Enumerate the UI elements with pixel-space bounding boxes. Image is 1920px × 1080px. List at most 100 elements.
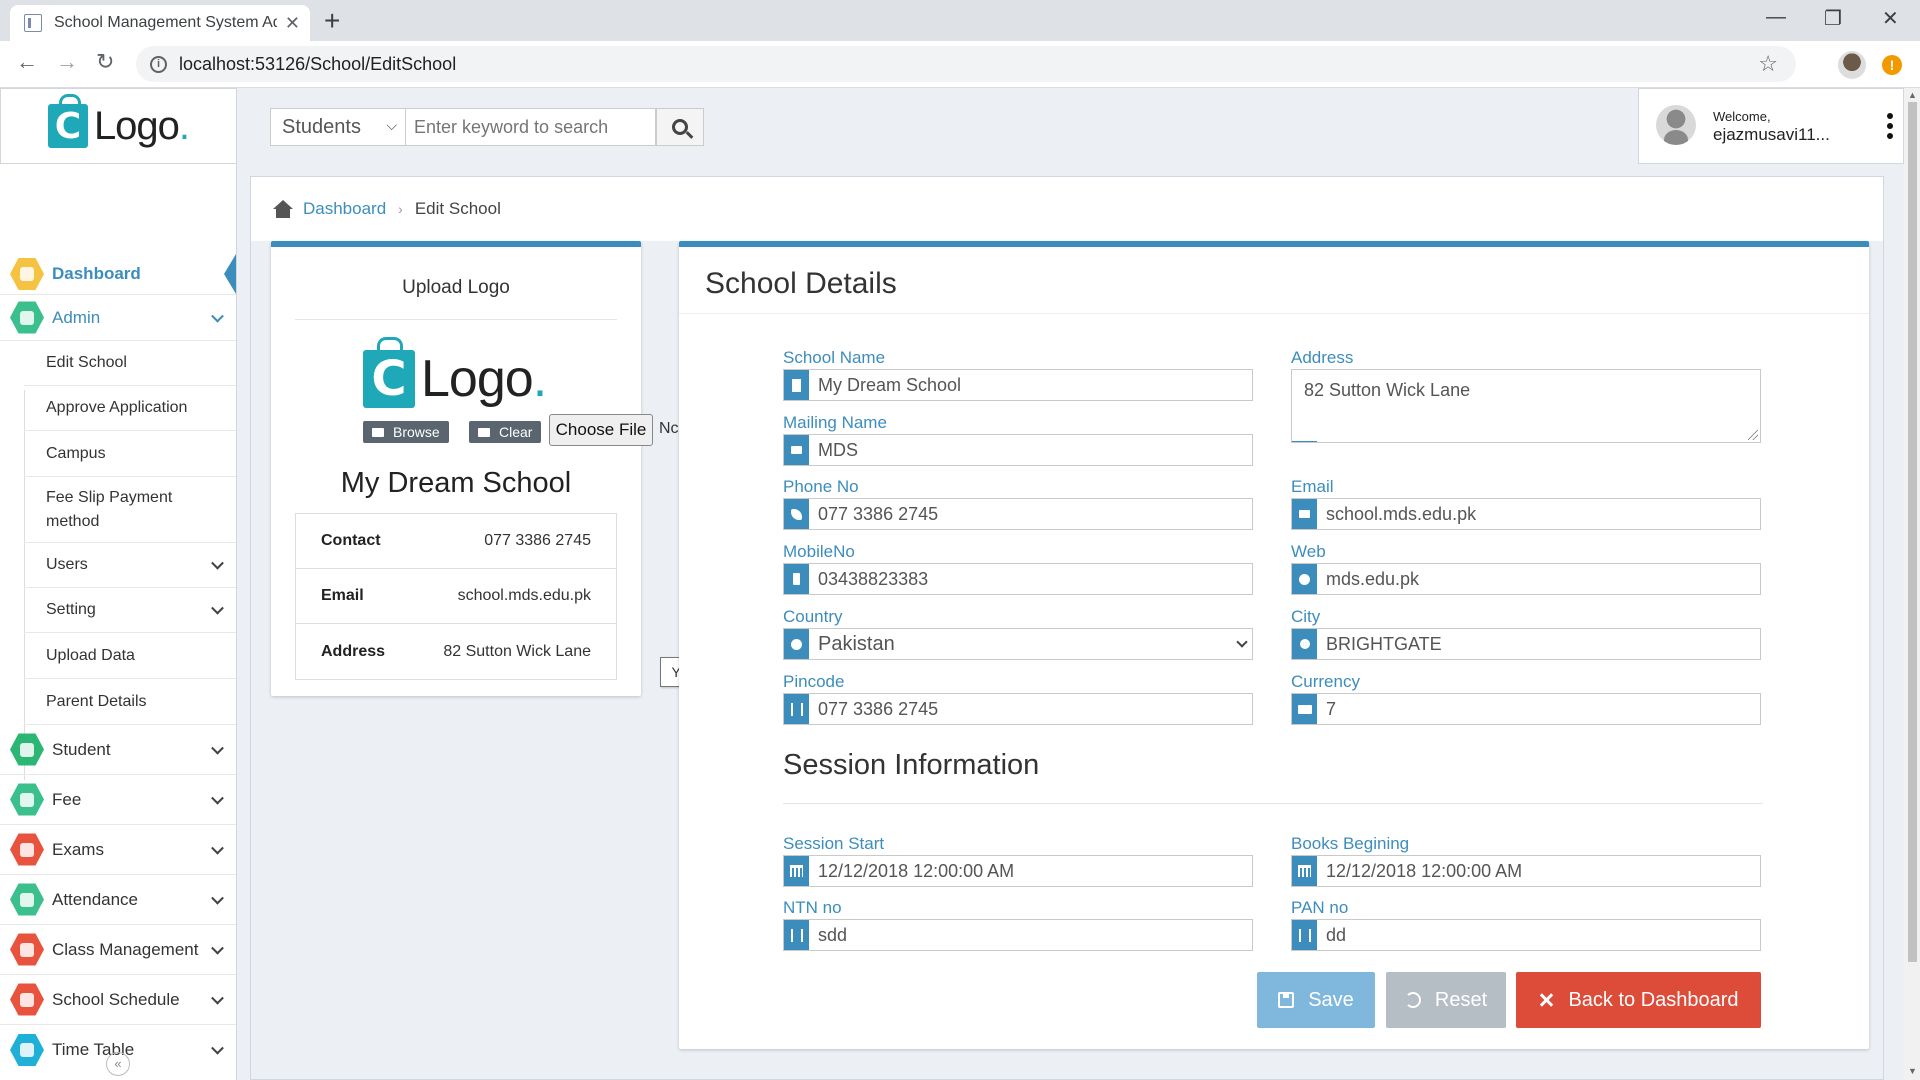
field-label: PAN no <box>1291 898 1349 917</box>
page-favicon-icon <box>24 14 42 32</box>
field-label: MobileNo <box>783 542 855 561</box>
sidebar-subitem-edit-school[interactable]: Edit School <box>24 341 236 386</box>
sidebar-subitem-campus[interactable]: Campus <box>24 431 236 477</box>
home-icon[interactable] <box>273 200 293 218</box>
money-icon <box>1292 694 1317 724</box>
class-management-icon <box>10 933 44 966</box>
sidebar-item-fee[interactable]: Fee <box>0 775 236 825</box>
sidebar-item-dashboard[interactable]: Dashboard <box>0 254 236 295</box>
pan-input[interactable]: dd <box>1291 919 1761 951</box>
field-label: Pincode <box>783 672 845 691</box>
phone-field: Phone No 077 3386 2745 <box>783 476 1253 530</box>
breadcrumb-dashboard-link[interactable]: Dashboard <box>303 199 386 219</box>
clear-button[interactable]: Clear <box>469 421 542 443</box>
scroll-down-icon[interactable]: ▼ <box>1908 1066 1917 1076</box>
sidebar-item-attendance[interactable]: Attendance <box>0 875 236 925</box>
search-button[interactable] <box>656 108 704 146</box>
sidebar-subitem-setting[interactable]: Setting <box>24 588 236 633</box>
admin-icon <box>10 301 44 334</box>
city-input[interactable]: BRIGHTGATE <box>1291 628 1761 660</box>
search-input[interactable] <box>406 108 656 146</box>
mailing-name-field: Mailing Name MDS <box>783 412 1253 466</box>
browser-profile-avatar[interactable] <box>1838 51 1866 79</box>
search-group: Students ⌵ <box>270 108 704 146</box>
browser-titlebar: School Management System Adr ✕ + — ❐ ✕ <box>0 0 1920 41</box>
sidebar-subitem-parent-details[interactable]: Parent Details <box>24 679 236 725</box>
address-bar[interactable]: i localhost:53126/School/EditSchool ☆ <box>136 46 1796 82</box>
phone-input[interactable]: 077 3386 2745 <box>783 498 1253 530</box>
sidebar-item-label: Class Management <box>52 939 199 959</box>
books-begining-input[interactable]: 12/12/2018 12:00:00 AM <box>1291 855 1761 887</box>
app-logo[interactable]: C Logo. <box>0 88 237 164</box>
search-icon <box>672 119 688 135</box>
ntn-input[interactable]: sdd <box>783 919 1253 951</box>
session-start-field: Session Start 12/12/2018 12:00:00 AM <box>783 833 1253 887</box>
logo-letter: C <box>54 105 82 147</box>
forward-arrow-icon[interactable]: → <box>56 49 78 75</box>
pincode-input[interactable]: 077 3386 2745 <box>783 693 1253 725</box>
sidebar-item-student[interactable]: Student <box>0 725 236 775</box>
sidebar-item-school-schedule[interactable]: School Schedule <box>0 975 236 1025</box>
session-start-input[interactable]: 12/12/2018 12:00:00 AM <box>783 855 1253 887</box>
sidebar-subitem-users[interactable]: Users <box>24 543 236 588</box>
dashboard-icon <box>10 258 44 290</box>
sidebar-item-label: School Schedule <box>52 989 180 1009</box>
sidebar-item-class-management[interactable]: Class Management <box>0 925 236 975</box>
web-field: Web mds.edu.pk <box>1291 541 1761 595</box>
save-button[interactable]: Save <box>1257 972 1375 1028</box>
text-caret <box>1292 441 1317 442</box>
sidebar-subitem-upload-data[interactable]: Upload Data <box>24 633 236 679</box>
browser-tab[interactable]: School Management System Adr ✕ <box>10 5 310 41</box>
country-field: Country Pakistan <box>783 606 1253 660</box>
more-options-icon[interactable] <box>1887 113 1893 139</box>
new-tab-icon[interactable]: + <box>324 6 340 36</box>
field-label: Web <box>1291 542 1326 561</box>
country-select[interactable]: Pakistan <box>783 628 1253 660</box>
info-icon[interactable]: i <box>150 55 167 73</box>
back-arrow-icon[interactable]: ← <box>16 49 38 75</box>
email-field: Email school.mds.edu.pk <box>1291 476 1761 530</box>
choose-file-button[interactable]: Choose File <box>549 414 653 446</box>
restore-icon[interactable]: ❐ <box>1824 6 1842 31</box>
email-input[interactable]: school.mds.edu.pk <box>1291 498 1761 530</box>
reset-button[interactable]: Reset <box>1386 972 1506 1028</box>
reload-icon[interactable]: ↻ <box>96 49 114 75</box>
bookmark-star-icon[interactable]: ☆ <box>1758 51 1778 77</box>
user-menu[interactable]: Welcome, ejazmusavi11... <box>1638 88 1904 164</box>
school-name-input[interactable]: My Dream School <box>783 369 1253 401</box>
avatar[interactable] <box>1656 105 1696 145</box>
chevron-down-icon: ⌵ <box>386 117 397 133</box>
address-textarea[interactable]: 82 Sutton Wick Lane <box>1291 369 1761 443</box>
back-to-dashboard-button[interactable]: Back to Dashboard <box>1516 972 1761 1028</box>
scrollbar-thumb[interactable] <box>1908 102 1917 962</box>
close-icon <box>1538 992 1554 1008</box>
window-close-icon[interactable]: ✕ <box>1882 6 1899 31</box>
minimize-icon[interactable]: — <box>1766 6 1786 29</box>
sidebar-subitem-fee-slip-payment-method[interactable]: Fee Slip Payment method <box>24 477 236 543</box>
school-name-heading: My Dream School <box>340 467 572 499</box>
browser-update-icon[interactable]: ! <box>1882 55 1902 75</box>
globe-icon <box>1292 564 1317 594</box>
search-category-select[interactable]: Students ⌵ <box>270 108 406 146</box>
close-tab-icon[interactable]: ✕ <box>285 13 300 34</box>
school-info-table: Contact 077 3386 2745 Email school.mds.edu… <box>295 513 617 680</box>
collapse-sidebar-icon[interactable]: « <box>106 1052 130 1076</box>
mobile-input[interactable]: 03438823383 <box>783 563 1253 595</box>
field-value: My Dream School <box>818 374 962 395</box>
field-value: 12/12/2018 12:00:00 AM <box>1326 860 1523 881</box>
logo-letter: C <box>371 351 407 407</box>
page-scrollbar[interactable]: ▲ ▼ <box>1904 88 1920 1080</box>
sidebar-item-label: Admin <box>52 307 101 327</box>
resize-grip-icon[interactable] <box>1748 430 1758 440</box>
web-input[interactable]: mds.edu.pk <box>1291 563 1761 595</box>
mailing-name-input[interactable]: MDS <box>783 434 1253 466</box>
sidebar-item-admin[interactable]: Admin <box>0 295 236 341</box>
browse-button[interactable]: Browse <box>363 421 449 443</box>
field-value: 12/12/2018 12:00:00 AM <box>818 860 1015 881</box>
envelope-icon <box>784 435 809 465</box>
sidebar-subitem-approve-application[interactable]: Approve Application <box>24 386 236 431</box>
envelope-icon <box>1292 499 1317 529</box>
scroll-up-icon[interactable]: ▲ <box>1908 90 1917 100</box>
currency-input[interactable]: 7 <box>1291 693 1761 725</box>
sidebar-item-exams[interactable]: Exams <box>0 825 236 875</box>
